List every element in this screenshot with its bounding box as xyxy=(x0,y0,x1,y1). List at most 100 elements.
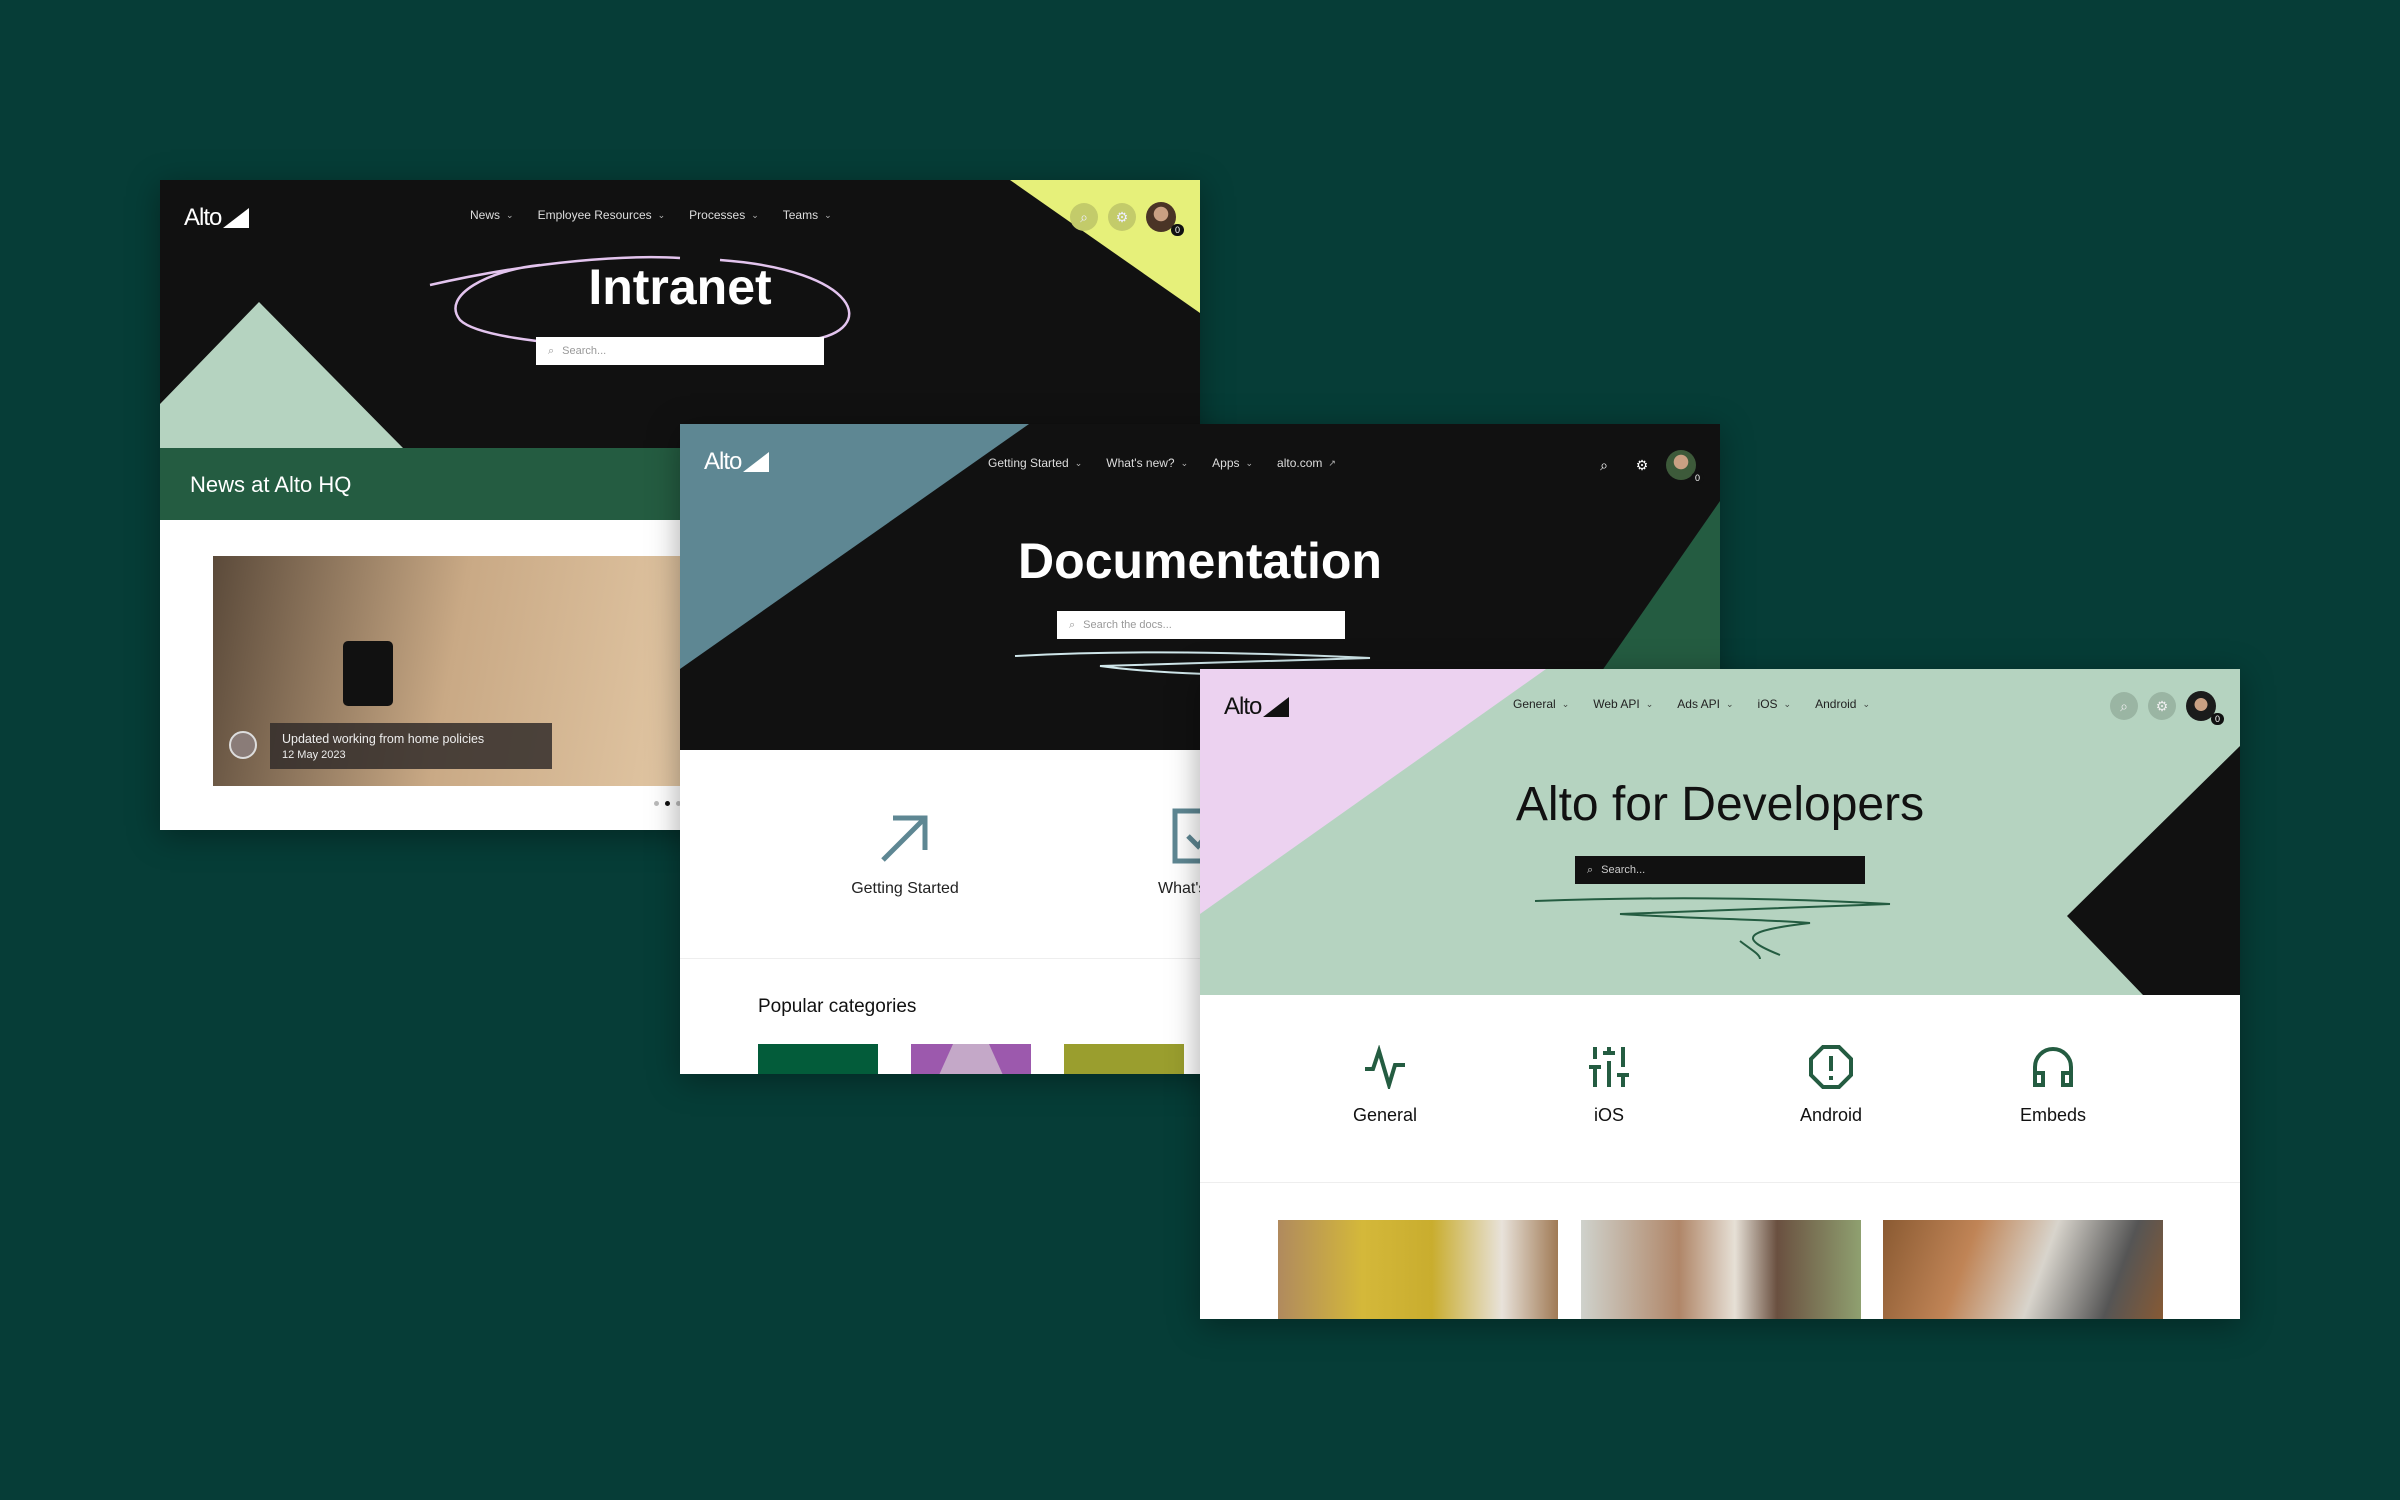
dev-panel: Alto General ⌄ Web API ⌄ Ads API ⌄ iOS ⌄ And… xyxy=(1200,669,2240,1319)
news-caption[interactable]: Updated working from home policies 12 Ma… xyxy=(270,723,552,769)
gear-icon[interactable]: ⚙ xyxy=(2148,692,2176,720)
nav-label: Web API xyxy=(1593,697,1640,711)
search-icon[interactable]: ⌕ xyxy=(2110,692,2138,720)
nav-label: iOS xyxy=(1757,697,1778,711)
search-input[interactable]: ⌕ Search... xyxy=(536,337,824,365)
intranet-tools: ⌕ ⚙ 0 xyxy=(1070,202,1184,236)
avatar[interactable]: 0 xyxy=(1146,202,1184,236)
nav-news[interactable]: News ⌄ xyxy=(470,208,514,222)
feature-label: General xyxy=(1352,1105,1418,1125)
nav-employee-resources[interactable]: Employee Resources ⌄ xyxy=(538,208,666,222)
chevron-down-icon: ⌄ xyxy=(657,209,666,220)
nav-android[interactable]: Android ⌄ xyxy=(1815,697,1870,711)
search-icon: ⌕ xyxy=(548,344,555,357)
search-input[interactable]: ⌕ Search... xyxy=(1575,856,1865,884)
dev-header: Alto General ⌄ Web API ⌄ Ads API ⌄ iOS ⌄ And… xyxy=(1200,669,2240,995)
nav-whats-new[interactable]: What's new? ⌄ xyxy=(1106,456,1188,470)
nav-processes[interactable]: Processes ⌄ xyxy=(689,208,759,222)
nav-apps[interactable]: Apps ⌄ xyxy=(1212,456,1253,470)
search-placeholder: Search the docs... xyxy=(1083,619,1172,631)
chevron-down-icon: ⌄ xyxy=(1862,698,1871,709)
chevron-down-icon: ⌄ xyxy=(1645,698,1654,709)
logo-text: Alto xyxy=(704,448,742,475)
nav-label: What's new? xyxy=(1106,456,1175,470)
feature-label: Getting Started xyxy=(851,880,959,897)
news-title: Updated working from home policies xyxy=(282,732,485,746)
carousel-dots xyxy=(654,801,681,806)
feature-label: Android xyxy=(1799,1105,1863,1125)
nav-general[interactable]: General ⌄ xyxy=(1513,697,1569,711)
nav-label: Processes xyxy=(689,208,746,222)
phone-shape xyxy=(343,641,393,706)
nav-getting-started[interactable]: Getting Started ⌄ xyxy=(988,456,1082,470)
gear-icon[interactable]: ⚙ xyxy=(1628,451,1656,479)
gear-icon[interactable]: ⚙ xyxy=(1108,203,1136,231)
external-link-icon: ↗ xyxy=(1328,457,1336,468)
sliders-icon xyxy=(1589,1047,1629,1087)
nav-teams[interactable]: Teams ⌄ xyxy=(783,208,832,222)
search-input[interactable]: ⌕ Search the docs... xyxy=(1057,611,1345,639)
chevron-down-icon: ⌄ xyxy=(1725,698,1734,709)
carousel-dot[interactable] xyxy=(654,801,659,806)
popular-categories-title: Popular categories xyxy=(758,996,917,1017)
page-title: Documentation xyxy=(1018,533,1382,589)
chevron-down-icon: ⌄ xyxy=(824,209,832,220)
photo-card-laptop[interactable] xyxy=(1883,1220,2163,1319)
feature-embeds[interactable]: Embeds xyxy=(1953,1045,2153,1126)
intranet-header: Alto News ⌄ Employee Resources ⌄ Processes… xyxy=(160,180,1200,448)
chevron-down-icon: ⌄ xyxy=(1783,698,1792,709)
alto-logo[interactable]: Alto xyxy=(184,204,250,232)
category-tile[interactable] xyxy=(758,1044,878,1074)
category-tile[interactable] xyxy=(911,1044,1031,1074)
feature-label: Embeds xyxy=(2019,1105,2087,1125)
nav-label: General xyxy=(1513,697,1556,711)
nav-web-api[interactable]: Web API ⌄ xyxy=(1593,697,1653,711)
alto-logo[interactable]: Alto xyxy=(704,448,770,476)
page-title: Alto for Developers xyxy=(1515,778,1925,831)
search-icon: ⌕ xyxy=(1587,863,1594,876)
alto-logo[interactable]: Alto xyxy=(1224,693,1290,721)
arrow-up-right-icon xyxy=(881,815,928,862)
search-placeholder: Search... xyxy=(562,345,607,357)
nav-label: News xyxy=(470,208,501,222)
chevron-down-icon: ⌄ xyxy=(751,209,759,220)
intranet-nav: News ⌄ Employee Resources ⌄ Processes ⌄ Tea… xyxy=(470,208,832,222)
notification-badge: 0 xyxy=(1690,472,1704,484)
category-tile[interactable] xyxy=(1064,1044,1184,1074)
feature-android[interactable]: Android xyxy=(1731,1045,1931,1126)
tile-pattern xyxy=(926,1044,1016,1074)
page-title: Intranet xyxy=(588,259,772,315)
nav-label: alto.com xyxy=(1277,456,1323,470)
avatar[interactable]: 0 xyxy=(1666,450,1704,484)
search-icon[interactable]: ⌕ xyxy=(1590,451,1618,479)
logo-triangle-icon xyxy=(1263,697,1290,717)
notification-badge: 0 xyxy=(1170,224,1184,236)
feature-ios[interactable]: iOS xyxy=(1509,1045,1709,1126)
alert-octagon-icon xyxy=(1809,1045,1853,1089)
nav-label: Android xyxy=(1815,697,1857,711)
activity-icon xyxy=(1365,1045,1405,1089)
nav-label: Apps xyxy=(1212,456,1240,470)
nav-label: Getting Started xyxy=(988,456,1069,470)
nav-ads-api[interactable]: Ads API ⌄ xyxy=(1677,697,1733,711)
nav-alto-com[interactable]: alto.com ↗ xyxy=(1277,456,1336,470)
logo-triangle-icon xyxy=(223,208,250,228)
nav-ios[interactable]: iOS ⌄ xyxy=(1758,697,1792,711)
feature-getting-started[interactable]: Getting Started xyxy=(805,812,1005,898)
divider xyxy=(1200,1182,2240,1183)
dev-tools: ⌕ ⚙ 0 xyxy=(2110,691,2224,725)
carousel-dot-active[interactable] xyxy=(665,801,670,806)
nav-label: Employee Resources xyxy=(537,208,652,222)
photo-card-chairs[interactable] xyxy=(1278,1220,1558,1319)
avatar[interactable]: 0 xyxy=(2186,691,2224,725)
author-avatar xyxy=(229,731,257,759)
search-placeholder: Search... xyxy=(1601,864,1646,876)
photo-card-people[interactable] xyxy=(1581,1220,1861,1319)
search-icon[interactable]: ⌕ xyxy=(1070,203,1098,231)
feature-general[interactable]: General xyxy=(1285,1045,1485,1126)
logo-text: Alto xyxy=(1224,693,1262,720)
logo-triangle-icon xyxy=(743,452,770,472)
dev-decor xyxy=(1200,669,2240,995)
docs-tools: ⌕ ⚙ 0 xyxy=(1590,450,1704,484)
headphones-icon xyxy=(2033,1047,2073,1087)
